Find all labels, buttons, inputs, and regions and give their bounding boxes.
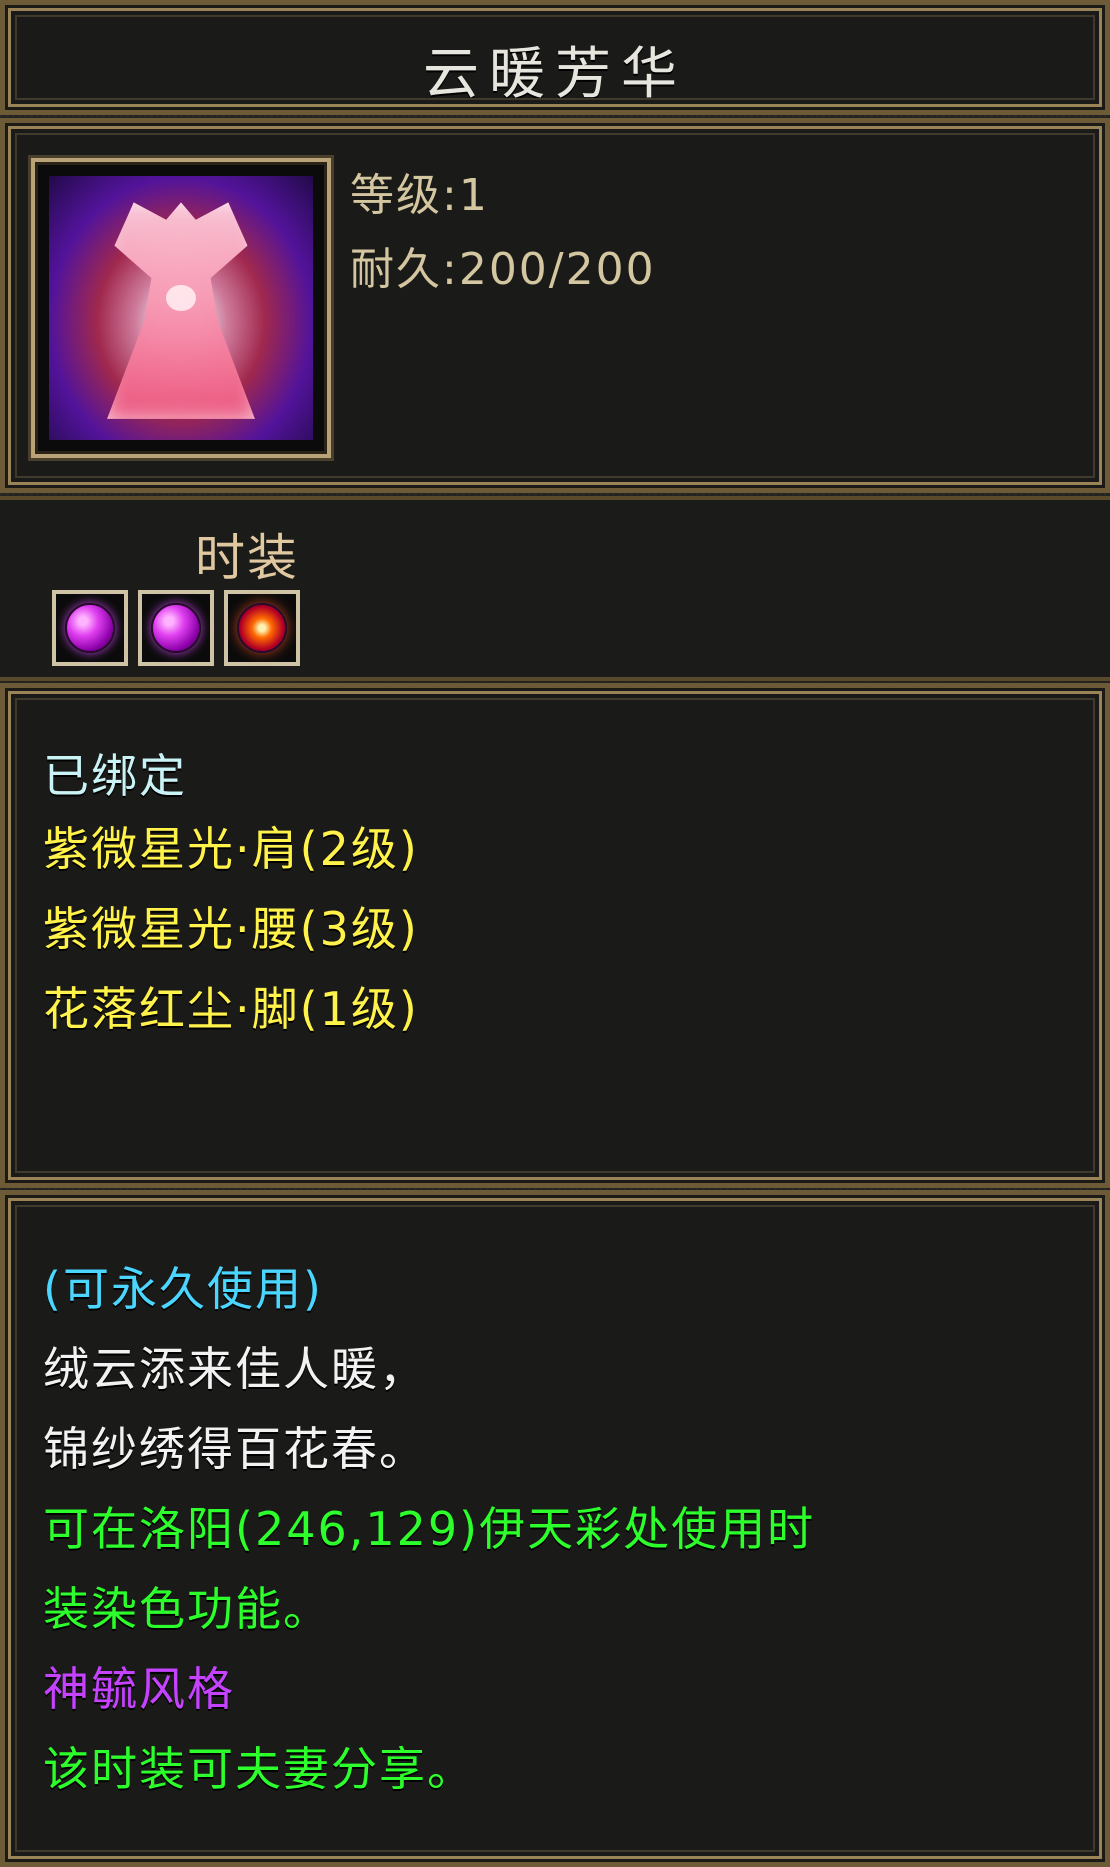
style-label: 神毓风格 [43, 1662, 235, 1716]
item-durability: 耐久:200/200 [350, 244, 656, 295]
gem-slot-1 [52, 590, 128, 666]
set-bonus-3: 花落红尘·脚(1级) [43, 982, 419, 1036]
poem-line-2: 锦纱绣得百花春。 [43, 1422, 427, 1476]
feature-line-2: 装染色功能。 [43, 1582, 331, 1636]
fire-gem-icon [237, 603, 287, 653]
bound-status: 已绑定 [43, 749, 187, 803]
feature-line-1: 可在洛阳(246,129)伊天彩处使用时 [43, 1502, 816, 1556]
category-row: 时装 [0, 496, 1110, 681]
poem-line-1: 绒云添来佳人暖， [43, 1342, 427, 1396]
bind-section: 已绑定 紫微星光·肩(2级) 紫微星光·腰(3级) 花落红尘·脚(1级) [0, 683, 1110, 1188]
share-note: 该时装可夫妻分享。 [43, 1742, 475, 1796]
purple-gem-icon [151, 603, 201, 653]
purple-gem-icon [65, 603, 115, 653]
dress-shape [107, 202, 255, 419]
gem-slots [52, 590, 300, 666]
usage-duration: (可永久使用) [43, 1262, 323, 1316]
description-section: (可永久使用) 绒云添来佳人暖， 锦纱绣得百花春。 可在洛阳(246,129)伊… [0, 1190, 1110, 1867]
item-category: 时装 [195, 529, 299, 587]
item-title: 云暖芳华 [423, 42, 687, 107]
item-icon-frame [31, 158, 331, 458]
gem-slot-2 [138, 590, 214, 666]
set-bonus-2: 紫微星光·腰(3级) [43, 902, 419, 956]
pink-dress-icon [49, 176, 313, 440]
item-tooltip: 云暖芳华 等级:1 耐久:200/200 时装 已绑定 紫微星光·肩(2级) 紫… [0, 0, 1110, 1867]
gem-slot-3 [224, 590, 300, 666]
set-bonus-1: 紫微星光·肩(2级) [43, 822, 419, 876]
title-bar: 云暖芳华 [0, 0, 1110, 115]
item-header: 等级:1 耐久:200/200 [0, 118, 1110, 493]
item-level: 等级:1 [350, 170, 489, 221]
